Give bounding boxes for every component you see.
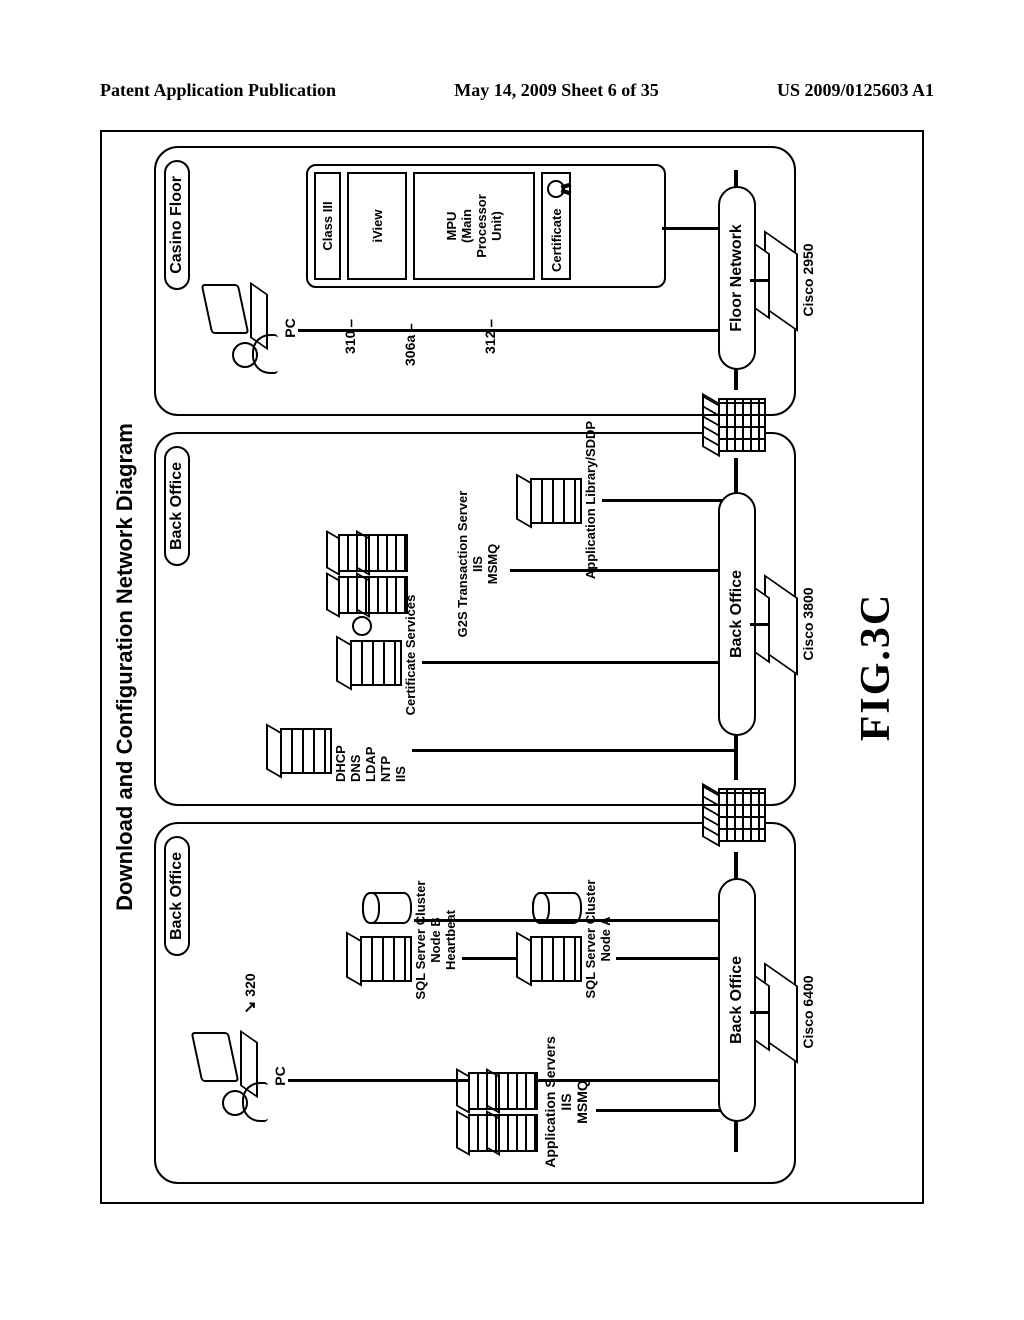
drop-sqlA (616, 957, 734, 960)
ref-312: 312 ⎯ (482, 320, 498, 354)
zone-casino-floor: Casino Floor PC Class III iView MPU (Mai… (154, 146, 796, 416)
sql-node-b-label: SQL Server Cluster Node B Heartbeat (414, 870, 459, 1010)
drop-appservers (596, 1109, 734, 1112)
app-servers-icon (456, 1062, 534, 1152)
zone-back-office-1: Back Office PC ↘ 320 Application Servers… (154, 822, 796, 1184)
switch-drop-bo1 (750, 1011, 768, 1014)
switch-cisco-2950-label: Cisco 2950 (800, 220, 816, 340)
egm-certificate-label: Certificate (549, 208, 564, 272)
drop-g2s (510, 569, 734, 572)
cert-services-icon (336, 640, 398, 686)
switch-drop-bo2 (750, 623, 768, 626)
egm-iview-label: iView (347, 172, 407, 280)
figure-caption: FIG.3C (852, 132, 900, 1202)
page-header: Patent Application Publication May 14, 2… (100, 80, 934, 101)
header-left: Patent Application Publication (100, 80, 336, 101)
g2s-label: G2S Transaction Server IIS MSMQ (456, 474, 501, 654)
header-right: US 2009/0125603 A1 (777, 80, 934, 101)
drop-applib (602, 499, 734, 502)
infra-server-icon (266, 728, 328, 774)
ref-320: ↘ 320 (242, 973, 260, 1014)
pc-label-1: PC (272, 1046, 288, 1106)
netbar-bo1: Back Office (718, 878, 756, 1122)
switch-drop-floor (750, 279, 768, 282)
egm-class3: Class III iView MPU (Main Processor Unit… (306, 164, 666, 288)
zone-back-office-2: Back Office DHCP DNS LDAP NTP IIS Certif… (154, 432, 796, 806)
netbar-floor: Floor Network (718, 186, 756, 370)
switch-cisco-2950-icon (764, 242, 798, 320)
header-mid: May 14, 2009 Sheet 6 of 35 (454, 80, 658, 101)
pc-user-icon (196, 1032, 266, 1122)
diagram-canvas: Download and Configuration Network Diagr… (102, 132, 922, 1202)
app-servers-label: Application Servers IIS MSMQ (542, 1032, 590, 1172)
switch-cisco-6400-icon (764, 974, 798, 1052)
drop-cert (422, 661, 734, 664)
infra-label: DHCP DNS LDAP NTP IIS (334, 745, 409, 782)
switch-cisco-3800-icon (764, 586, 798, 664)
switch-cisco-6400-label: Cisco 6400 (800, 952, 816, 1072)
diagram-title: Download and Configuration Network Diagr… (112, 132, 138, 1202)
egm-mpu-label: MPU (Main Processor Unit) (413, 172, 535, 280)
applib-server-icon (516, 478, 578, 524)
heartbeat-line (462, 957, 516, 960)
drop-infra (412, 749, 734, 752)
egm-class-label: Class III (314, 172, 341, 280)
netbar-bo2: Back Office (718, 492, 756, 736)
zone-label-bo1: Back Office (164, 836, 190, 956)
award-ribbon-icon (547, 180, 565, 198)
page: Patent Application Publication May 14, 2… (0, 0, 1024, 1320)
switch-cisco-3800-label: Cisco 3800 (800, 564, 816, 684)
pc-label-2: PC (282, 298, 298, 358)
zone-label-bo2: Back Office (164, 446, 190, 566)
g2s-server-icon (326, 524, 404, 614)
ref-310: 310 ⎯ (342, 320, 358, 354)
diagram-frame: Download and Configuration Network Diagr… (100, 130, 924, 1204)
pc-user-icon-2 (206, 284, 276, 374)
sql-node-b-icon (346, 936, 408, 982)
disk-icon-b (362, 892, 412, 924)
ref-306a: 306a ⎯ (402, 324, 418, 366)
applib-label: Application Library/SDDP (584, 416, 599, 584)
sql-node-a-label: SQL Server Cluster Node A (584, 874, 614, 1004)
drop-pc2 (298, 329, 734, 332)
drop-sqlB (414, 919, 734, 922)
sql-node-a-icon (516, 936, 578, 982)
zone-label-cf: Casino Floor (164, 160, 190, 290)
cert-circle-icon (352, 616, 372, 636)
